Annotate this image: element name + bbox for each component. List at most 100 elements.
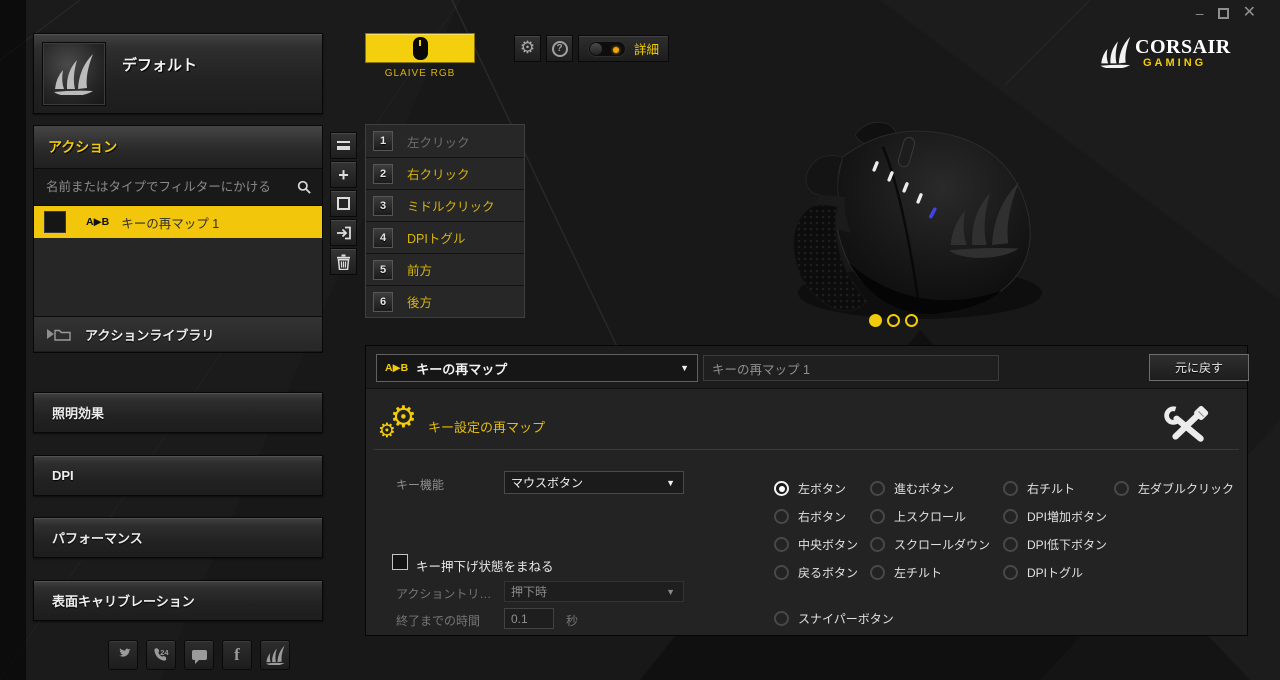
action-menu-button[interactable] [330, 132, 357, 159]
device-tile-glaive[interactable] [365, 33, 475, 63]
radio-icon [1003, 509, 1018, 524]
radio-label: 上スクロール [894, 510, 967, 524]
button-number: 5 [373, 259, 393, 280]
nav-label: 照明効果 [52, 406, 105, 421]
action-trigger-label: アクショントリ… [396, 587, 492, 601]
remap-settings-icon: ⚙ ⚙ [378, 400, 422, 444]
radio-label: 中央ボタン [798, 538, 859, 552]
advanced-mode-toggle[interactable]: 詳細 [578, 35, 670, 62]
assignment-row-5[interactable]: 5 前方 [366, 253, 524, 285]
gear-icon: ⚙ [378, 418, 396, 442]
chat-bubble-icon [191, 650, 207, 664]
radio-scroll-up[interactable]: 上スクロール [870, 508, 966, 525]
radio-icon [870, 509, 885, 524]
radio-back-button[interactable]: 戻るボタン [774, 564, 858, 581]
radio-label: 右チルト [1027, 482, 1076, 496]
corsair-sails-icon [1100, 36, 1131, 68]
action-filter-input[interactable] [46, 180, 297, 194]
duplicate-action-button[interactable] [330, 190, 357, 217]
tools-icon[interactable] [1164, 404, 1210, 446]
delete-action-button[interactable] [330, 248, 357, 275]
assignment-row-1[interactable]: 1 左クリック [366, 125, 524, 157]
actions-panel-title: アクション [48, 139, 118, 155]
close-icon[interactable]: ✕ [1243, 5, 1256, 21]
radio-scroll-down[interactable]: スクロールダウン [870, 536, 990, 553]
add-action-button[interactable]: + [330, 161, 357, 188]
nav-section-dpi[interactable]: DPI [33, 455, 323, 496]
radio-right-button[interactable]: 右ボタン [774, 508, 846, 525]
profile-card[interactable]: デフォルト [33, 33, 323, 114]
radio-icon [774, 481, 789, 496]
twitter-button[interactable] [108, 640, 138, 670]
radio-icon [870, 565, 885, 580]
key-function-dropdown[interactable]: マウスボタン ▼ [504, 471, 684, 494]
toggle-indicator-dot [613, 46, 619, 53]
button-number: 3 [373, 195, 393, 216]
action-thumbnail [44, 211, 66, 233]
radio-label: 戻るボタン [798, 566, 859, 580]
radio-forward-button[interactable]: 進むボタン [870, 480, 954, 497]
assignment-label: 後方 [407, 296, 433, 310]
assignment-row-2[interactable]: 2 右クリック [366, 157, 524, 189]
profile-logo [42, 42, 106, 106]
menu-icon [337, 141, 350, 150]
action-name-input[interactable] [703, 355, 999, 381]
nav-section-lighting[interactable]: 照明効果 [33, 392, 323, 433]
radio-right-tilt[interactable]: 右チルト [1003, 480, 1075, 497]
carousel-dot-1[interactable] [869, 314, 882, 327]
action-type-dropdown[interactable]: A▶B キーの再マップ ▼ [376, 354, 698, 382]
nav-label: DPI [52, 468, 74, 483]
duration-input[interactable] [504, 608, 554, 629]
action-type-value: キーの再マップ [416, 361, 508, 377]
maximize-icon[interactable] [1217, 7, 1229, 19]
section-divider [374, 449, 1239, 450]
radio-dpi-toggle[interactable]: DPIトグル [1003, 564, 1083, 581]
radio-left-button[interactable]: 左ボタン [774, 480, 846, 497]
duration-label: 終了までの時間 [396, 614, 481, 628]
folder-icon [54, 329, 71, 341]
action-trigger-dropdown[interactable]: 押下時 ▼ [504, 581, 684, 602]
support-24-button[interactable]: 24 [146, 640, 176, 670]
import-action-button[interactable] [330, 219, 357, 246]
device-name: GLAIVE RGB [384, 68, 456, 79]
assignment-label: 右クリック [407, 168, 470, 182]
facebook-button[interactable]: f [222, 640, 252, 670]
radio-icon [1114, 481, 1129, 496]
carousel-dot-2[interactable] [887, 314, 900, 327]
assignment-row-4[interactable]: 4 DPIトグル [366, 221, 524, 253]
radio-dpi-up-button[interactable]: DPI増加ボタン [1003, 508, 1107, 525]
action-item-selected[interactable]: A▶B キーの再マップ 1 [34, 206, 322, 238]
help-icon: ? [551, 40, 568, 57]
plus-icon: + [338, 164, 349, 185]
radio-label: 進むボタン [894, 482, 955, 496]
nav-section-performance[interactable]: パフォーマンス [33, 517, 323, 558]
mimic-keypress-checkbox[interactable] [392, 554, 408, 570]
chat-button[interactable] [184, 640, 214, 670]
nav-section-surface-calibration[interactable]: 表面キャリブレーション [33, 580, 323, 621]
assignment-row-3[interactable]: 3 ミドルクリック [366, 189, 524, 221]
chevron-down-icon: ▼ [666, 477, 675, 488]
radio-sniper-button[interactable]: スナイパーボタン [774, 610, 894, 627]
radio-left-tilt[interactable]: 左チルト [870, 564, 942, 581]
remap-badge: A▶B [86, 216, 110, 228]
radio-dpi-down-button[interactable]: DPI低下ボタン [1003, 536, 1107, 553]
undo-button[interactable]: 元に戻す [1149, 354, 1249, 381]
carousel-dot-3[interactable] [905, 314, 918, 327]
assignment-label: ミドルクリック [407, 200, 495, 214]
radio-middle-button[interactable]: 中央ボタン [774, 536, 858, 553]
radio-left-double-click[interactable]: 左ダブルクリック [1114, 480, 1234, 497]
radio-label: 左チルト [894, 566, 943, 580]
minimize-icon[interactable]: – [1196, 6, 1204, 20]
settings-button[interactable]: ⚙ [514, 35, 541, 62]
toggle-switch[interactable] [588, 40, 626, 57]
gear-icon: ⚙ [519, 38, 536, 58]
editor-section-title: キー設定の再マップ [428, 420, 546, 435]
corsair-community-button[interactable] [260, 640, 290, 670]
assignment-row-6[interactable]: 6 後方 [366, 285, 524, 317]
phone-24-icon: 24 [154, 648, 169, 661]
help-button[interactable]: ? [546, 35, 573, 62]
action-library-toggle[interactable]: アクションライブラリ [34, 316, 322, 351]
button-number: 4 [373, 227, 393, 248]
import-icon [336, 226, 351, 239]
action-item-label: キーの再マップ 1 [121, 216, 220, 231]
